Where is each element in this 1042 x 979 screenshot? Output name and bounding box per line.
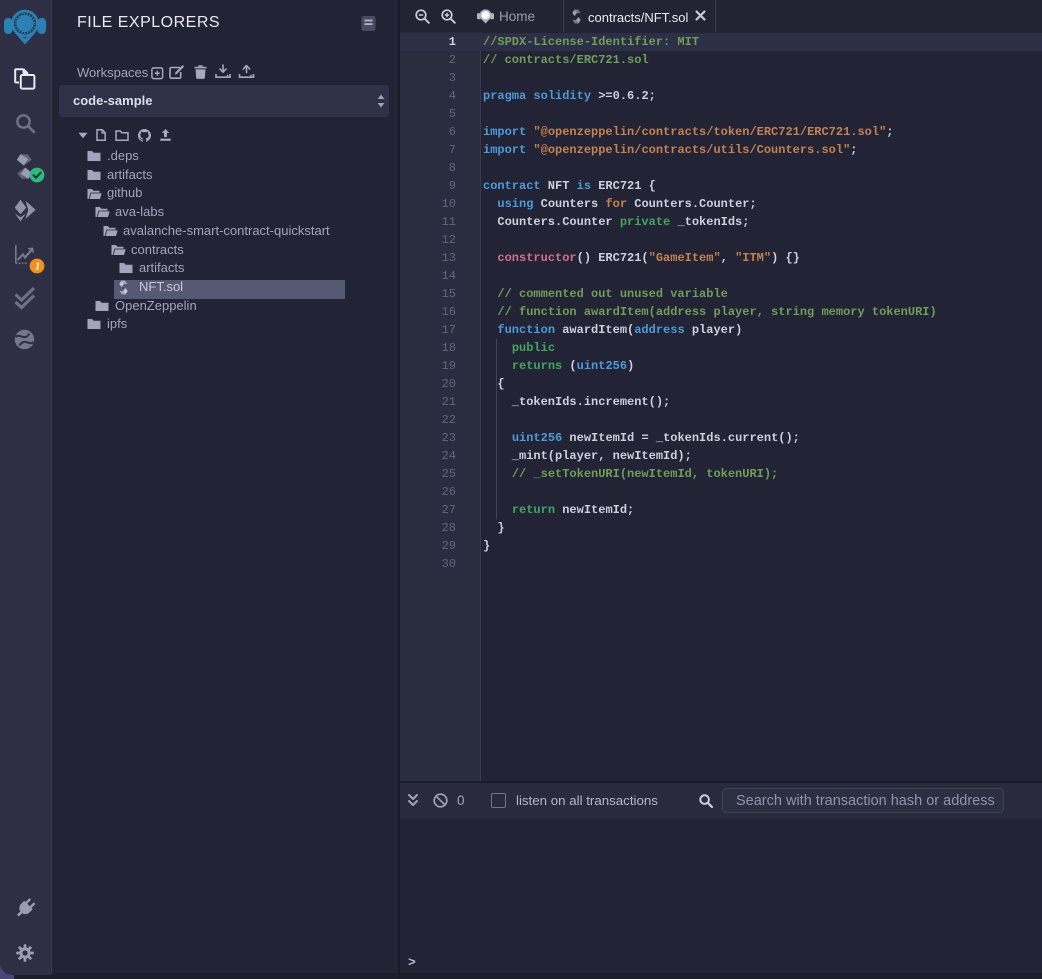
svg-text:1: 1 bbox=[35, 262, 40, 273]
